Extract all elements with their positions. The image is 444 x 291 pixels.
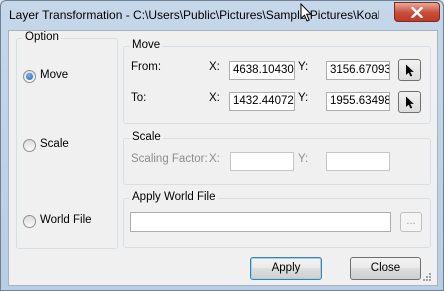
scale-y-label: Y: [298, 153, 309, 165]
pick-to-point-button[interactable] [398, 91, 421, 113]
scale-x-label: X: [209, 153, 220, 165]
scale-radio-label[interactable]: Scale [40, 138, 69, 150]
move-group-legend: Move [130, 39, 163, 51]
arrow-cursor-icon [405, 64, 414, 76]
scale-x-field[interactable] [230, 152, 294, 171]
to-x-field[interactable]: 1432.440724 [229, 92, 295, 111]
pick-from-point-button[interactable] [398, 59, 421, 81]
from-label: From: [131, 61, 162, 73]
option-group: Option Move Scale World File [16, 31, 118, 249]
to-x-label: X: [209, 92, 220, 104]
option-group-legend: Option [23, 31, 61, 43]
layer-transformation-dialog: Layer Transformation - C:\Users\Public\P… [0, 0, 444, 291]
move-radio[interactable] [23, 70, 36, 83]
scale-y-field[interactable] [326, 152, 390, 171]
close-x-icon [411, 6, 423, 18]
from-y-field[interactable]: 3156.670930 [326, 61, 390, 80]
to-label: To: [131, 92, 147, 104]
move-group: Move From: X: 4638.10430 Y: 3156.670930 … [123, 39, 431, 124]
apply-world-file-legend: Apply World File [130, 191, 218, 203]
world-file-radio[interactable] [23, 215, 36, 228]
window-title: Layer Transformation - C:\Users\Public\P… [9, 8, 379, 22]
world-file-radio-label[interactable]: World File [40, 214, 92, 226]
close-button[interactable]: Close [350, 257, 421, 280]
from-x-label: X: [209, 61, 220, 73]
window-close-button[interactable] [394, 2, 440, 22]
scale-group-legend: Scale [130, 131, 163, 143]
dialog-body: Option Move Scale World File Move From: … [8, 30, 438, 286]
resize-grip-icon[interactable] [421, 271, 431, 281]
scale-radio[interactable] [23, 139, 36, 152]
title-bar[interactable]: Layer Transformation - C:\Users\Public\P… [1, 1, 443, 29]
to-y-label: Y: [298, 92, 309, 104]
browse-world-file-button[interactable]: ... [400, 212, 422, 232]
apply-world-file-group: Apply World File ... [123, 191, 431, 248]
scale-group: Scale Scaling Factor: X: Y: [123, 131, 431, 185]
mouse-pointer-icon [300, 3, 312, 22]
arrow-cursor-icon [405, 96, 414, 108]
apply-button[interactable]: Apply [250, 257, 322, 280]
to-y-field[interactable]: 1955.634983 [326, 92, 390, 111]
world-file-path-field[interactable] [130, 212, 391, 232]
from-y-label: Y: [298, 61, 309, 73]
from-x-field[interactable]: 4638.10430 [229, 61, 295, 80]
scaling-factor-label: Scaling Factor: [131, 153, 208, 165]
move-radio-label[interactable]: Move [40, 69, 68, 81]
